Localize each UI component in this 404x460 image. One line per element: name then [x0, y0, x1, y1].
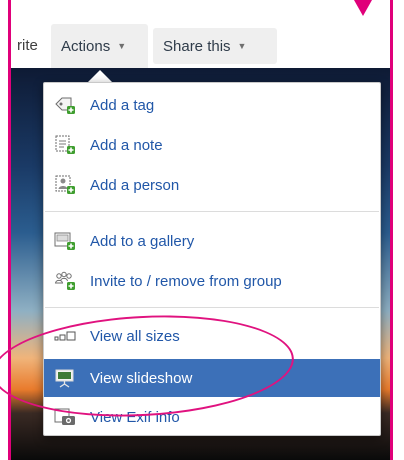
slideshow-icon: [55, 369, 74, 388]
share-button[interactable]: Share this ▼: [153, 28, 277, 64]
share-label: Share this: [163, 38, 231, 55]
menu-item-label: View slideshow: [90, 369, 193, 387]
camera-icon: [54, 408, 75, 425]
menu-divider: [45, 211, 379, 212]
chevron-down-icon: ▼: [117, 41, 127, 51]
menu-item-add-to-gallery[interactable]: Add to a gallery: [44, 222, 380, 260]
menu-item-add-person[interactable]: Add a person: [44, 166, 380, 204]
menu-item-add-tag[interactable]: Add a tag: [44, 86, 380, 124]
chevron-down-icon: ▼: [237, 41, 247, 51]
favorite-button[interactable]: rite: [7, 24, 48, 68]
group-icon: [54, 271, 75, 290]
menu-item-view-slideshow[interactable]: View slideshow: [44, 359, 380, 397]
photo-toolbar: rite Actions ▼ Share this ▼: [11, 24, 390, 68]
menu-item-label: Add a tag: [90, 96, 155, 114]
favorite-label: rite: [17, 37, 38, 54]
menu-pointer: [88, 70, 112, 82]
menu-divider: [45, 307, 379, 308]
menu-item-label: Invite to / remove from group: [90, 272, 282, 290]
annotation-frame-right: [390, 0, 393, 460]
tag-add-icon: [55, 97, 75, 114]
actions-dropdown: Add a tag Add a note Add a person Add to…: [43, 82, 381, 436]
menu-item-label: View Exif info: [90, 408, 180, 426]
menu-item-label: Add a person: [90, 176, 180, 194]
menu-item-label: Add a note: [90, 136, 163, 154]
gallery-add-icon: [54, 232, 75, 250]
menu-item-label: Add to a gallery: [90, 232, 195, 250]
person-add-icon: [55, 175, 75, 194]
note-add-icon: [55, 135, 75, 154]
actions-button[interactable]: Actions ▼: [51, 24, 148, 68]
menu-item-view-all-sizes[interactable]: View all sizes: [44, 317, 380, 355]
actions-label: Actions: [61, 38, 111, 55]
menu-item-view-exif[interactable]: View Exif info: [44, 398, 380, 436]
annotation-arrow: [354, 0, 372, 16]
menu-item-invite-group[interactable]: Invite to / remove from group: [44, 262, 380, 300]
menu-item-label: View all sizes: [90, 327, 180, 345]
sizes-icon: [54, 331, 76, 341]
menu-item-add-note[interactable]: Add a note: [44, 126, 380, 164]
